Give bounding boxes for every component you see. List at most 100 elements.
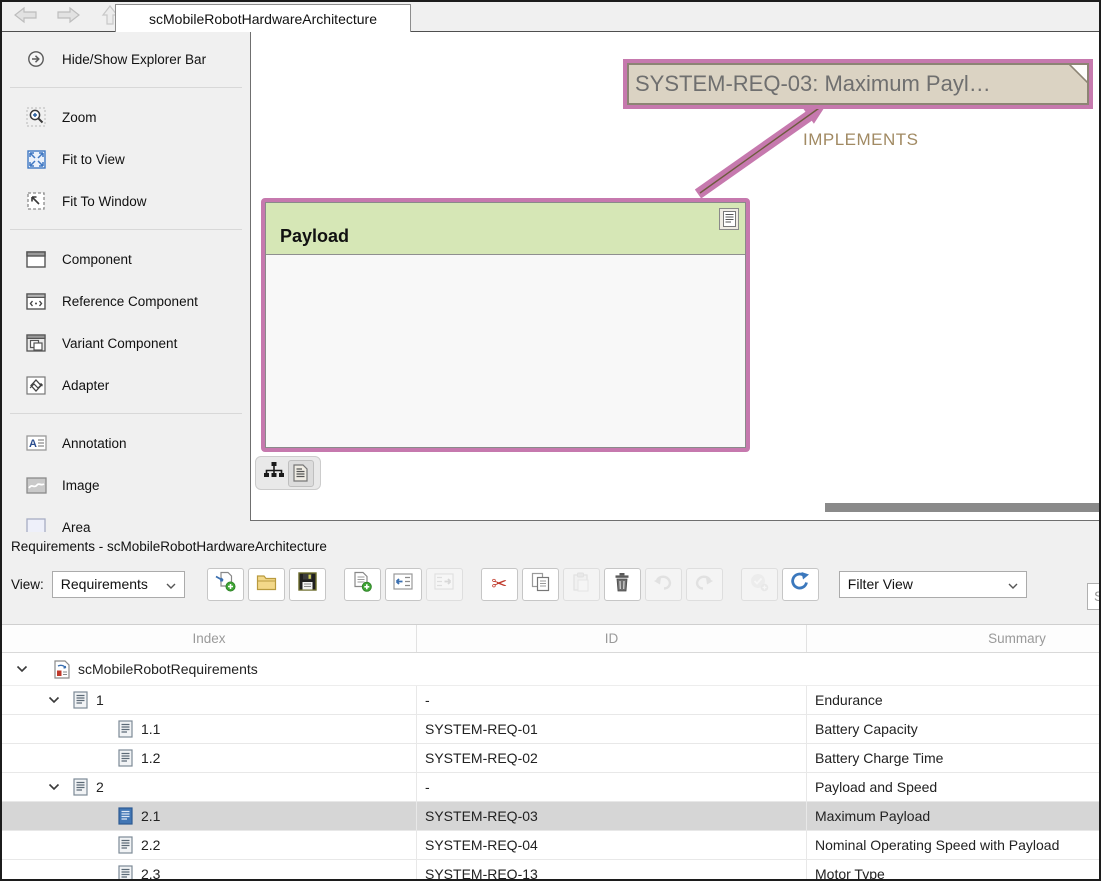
palette-sidebar: Hide/Show Explorer Bar Zoom Fit to View: [2, 32, 250, 532]
sidebar-item-zoom[interactable]: Zoom: [2, 96, 250, 138]
row-id: SYSTEM-REQ-02: [417, 744, 807, 772]
variant-component-icon: [24, 332, 48, 354]
chevron-down-icon[interactable]: [48, 696, 60, 704]
sidebar-item-label: Component: [62, 251, 132, 267]
explorer-bar-icon: [24, 48, 48, 70]
document-icon[interactable]: [287, 459, 314, 487]
row-id: SYSTEM-REQ-04: [417, 831, 807, 859]
open-button[interactable]: [247, 567, 285, 601]
delete-button[interactable]: [603, 567, 641, 601]
forward-button[interactable]: [54, 5, 82, 29]
redo-button: [685, 567, 723, 601]
redo-icon: [693, 573, 715, 596]
implements-arrow[interactable]: [681, 92, 851, 212]
row-index-label: 2.1: [141, 808, 161, 824]
cut-button[interactable]: ✂: [480, 567, 518, 601]
copy-icon: [531, 572, 550, 597]
row-index-label: 2.3: [141, 866, 161, 879]
sidebar-item-component[interactable]: Component: [2, 238, 250, 280]
filter-view-dropdown[interactable]: Filter View: [838, 570, 1027, 598]
save-button[interactable]: [288, 567, 326, 601]
row-summary: Battery Charge Time: [815, 750, 944, 766]
column-header-id[interactable]: ID: [417, 625, 807, 652]
column-header-summary[interactable]: Summary: [807, 625, 1099, 652]
promote-requirement-button[interactable]: [384, 567, 422, 601]
requirement-icon: [118, 720, 133, 738]
sidebar-item-fit-to-window[interactable]: Fit To Window: [2, 180, 250, 222]
add-requirement-button[interactable]: [343, 567, 381, 601]
refresh-icon: [789, 571, 811, 597]
add-requirement-icon: [352, 571, 373, 597]
row-id: -: [417, 773, 807, 801]
add-link-button: [740, 567, 778, 601]
add-link-icon: [749, 572, 769, 597]
requirement-icon: [118, 749, 133, 767]
demote-requirement-button: [425, 567, 463, 601]
search-placeholder: S: [1094, 588, 1099, 604]
row-index-label: 1: [96, 692, 104, 708]
undo-icon: [652, 573, 674, 596]
sidebar-item-area[interactable]: Area: [2, 506, 250, 532]
row-summary: Motor Type: [815, 866, 885, 879]
sidebar-item-label: Annotation: [62, 435, 127, 451]
sidebar-item-image[interactable]: Image: [2, 464, 250, 506]
requirement-icon-selected: [118, 807, 133, 825]
back-arrow-icon: [13, 5, 39, 30]
separator: [10, 87, 242, 88]
sidebar-item-label: Hide/Show Explorer Bar: [62, 51, 207, 67]
component-payload[interactable]: Payload: [261, 198, 750, 452]
chevron-down-icon[interactable]: [16, 665, 28, 673]
view-dropdown[interactable]: Requirements: [51, 570, 185, 598]
sidebar-item-label: Fit to View: [62, 151, 125, 167]
cut-icon: ✂: [491, 573, 508, 595]
annotation-icon: A: [24, 432, 48, 454]
table-row[interactable]: 2.2 SYSTEM-REQ-04 Nominal Operating Spee…: [2, 831, 1099, 860]
new-requirement-set-icon: [215, 571, 236, 597]
svg-text:A: A: [29, 438, 37, 450]
row-summary: Endurance: [815, 692, 883, 708]
sidebar-item-label: Zoom: [62, 109, 97, 125]
tab-architecture[interactable]: scMobileRobotHardwareArchitecture: [115, 4, 411, 32]
refresh-button[interactable]: [781, 567, 819, 601]
sidebar-item-fit-to-view[interactable]: Fit to View: [2, 138, 250, 180]
back-button[interactable]: [12, 5, 40, 29]
search-input[interactable]: S: [1087, 583, 1099, 610]
table-row[interactable]: 2.3 SYSTEM-REQ-13 Motor Type: [2, 860, 1099, 879]
promote-requirement-icon: [393, 573, 413, 595]
table-row[interactable]: 1 - Endurance: [2, 686, 1099, 715]
row-index-label: 1.1: [141, 721, 161, 737]
table-row[interactable]: 1.2 SYSTEM-REQ-02 Battery Charge Time: [2, 744, 1099, 773]
new-requirement-set-button[interactable]: [206, 567, 244, 601]
requirement-icon: [73, 691, 88, 709]
column-header-index[interactable]: Index: [2, 625, 417, 652]
table-row[interactable]: scMobileRobotRequirements: [2, 653, 1099, 686]
table-header: Index ID Summary: [2, 625, 1099, 653]
hierarchy-icon[interactable]: [263, 461, 285, 485]
chevron-down-icon: [1008, 576, 1018, 592]
chevron-down-icon[interactable]: [48, 783, 60, 791]
horizontal-scrollbar[interactable]: [825, 503, 1099, 512]
table-row-selected[interactable]: 2.1 SYSTEM-REQ-03 Maximum Payload: [2, 802, 1099, 831]
table-row[interactable]: 2 - Payload and Speed: [2, 773, 1099, 802]
row-index-label: 1.2: [141, 750, 161, 766]
copy-button[interactable]: [521, 567, 559, 601]
sidebar-item-explorer-bar[interactable]: Hide/Show Explorer Bar: [2, 38, 250, 80]
tab-title: scMobileRobotHardwareArchitecture: [149, 10, 377, 27]
requirement-note: SYSTEM-REQ-03: Maximum Payl…: [627, 63, 1089, 105]
sidebar-item-label: Area: [62, 519, 91, 533]
requirement-badge-icon[interactable]: [719, 208, 739, 230]
diagram-canvas[interactable]: SYSTEM-REQ-03: Maximum Payl… IMPLEMENTS …: [250, 32, 1099, 521]
sidebar-item-adapter[interactable]: Adapter: [2, 364, 250, 406]
area-icon: [24, 516, 48, 532]
sidebar-item-annotation[interactable]: A Annotation: [2, 422, 250, 464]
requirement-annotation[interactable]: SYSTEM-REQ-03: Maximum Payl…: [623, 59, 1093, 109]
table-row[interactable]: 1.1 SYSTEM-REQ-01 Battery Capacity: [2, 715, 1099, 744]
main-area: Hide/Show Explorer Bar Zoom Fit to View: [2, 32, 1099, 532]
sidebar-item-label: Variant Component: [62, 335, 178, 351]
sidebar-item-reference-component[interactable]: Reference Component: [2, 280, 250, 322]
adapter-icon: [24, 374, 48, 396]
zoom-icon: [24, 106, 48, 128]
implements-label: IMPLEMENTS: [803, 130, 919, 149]
row-summary: Nominal Operating Speed with Payload: [815, 837, 1060, 853]
sidebar-item-variant-component[interactable]: Variant Component: [2, 322, 250, 364]
